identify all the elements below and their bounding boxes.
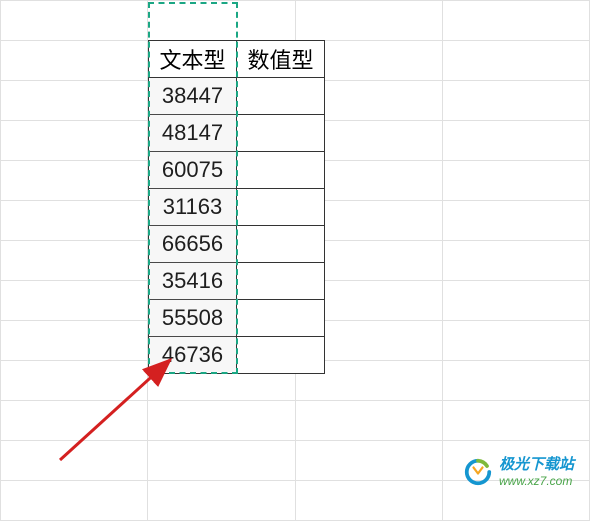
header-text-type[interactable]: 文本型 [149,41,237,78]
cell-empty[interactable] [237,78,325,115]
cell-value[interactable]: 55508 [149,300,237,337]
table-row: 31163 [149,189,325,226]
cell-empty[interactable] [237,300,325,337]
cell-empty[interactable] [237,226,325,263]
table-row: 38447 [149,78,325,115]
cell-value[interactable]: 31163 [149,189,237,226]
cell-value[interactable]: 46736 [149,337,237,374]
cell-empty[interactable] [237,189,325,226]
watermark: 极光下载站 www.xz7.com [463,456,574,488]
cell-empty[interactable] [237,263,325,300]
watermark-logo-icon [463,457,493,487]
cell-empty[interactable] [237,115,325,152]
cell-empty[interactable] [237,152,325,189]
cell-value[interactable]: 38447 [149,78,237,115]
cell-value[interactable]: 48147 [149,115,237,152]
cell-value[interactable]: 66656 [149,226,237,263]
watermark-url: www.xz7.com [499,474,574,488]
table-row: 55508 [149,300,325,337]
table-row: 66656 [149,226,325,263]
empty-top-cell[interactable] [149,3,237,39]
table-row: 60075 [149,152,325,189]
cell-empty[interactable] [237,337,325,374]
spreadsheet-grid[interactable]: 文本型 数值型 38447 48147 60075 31163 66656 35… [0,0,590,506]
table-row: 46736 [149,337,325,374]
header-numeric-type[interactable]: 数值型 [237,41,325,78]
table-row: 48147 [149,115,325,152]
watermark-title: 极光下载站 [499,456,574,474]
data-table[interactable]: 文本型 数值型 38447 48147 60075 31163 66656 35… [148,40,325,374]
table-row: 35416 [149,263,325,300]
cell-value[interactable]: 60075 [149,152,237,189]
cell-value[interactable]: 35416 [149,263,237,300]
